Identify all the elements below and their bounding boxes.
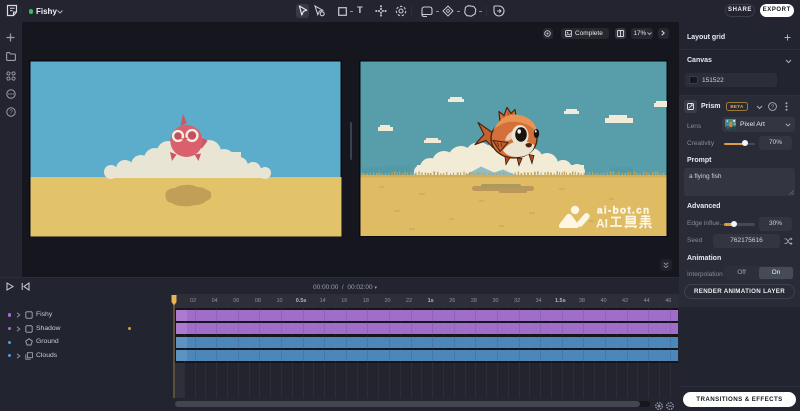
svg-text:AI: AI (596, 217, 608, 231)
svg-text:?: ? (771, 105, 774, 111)
svg-text:ai-bot.cn: ai-bot.cn (597, 206, 650, 217)
